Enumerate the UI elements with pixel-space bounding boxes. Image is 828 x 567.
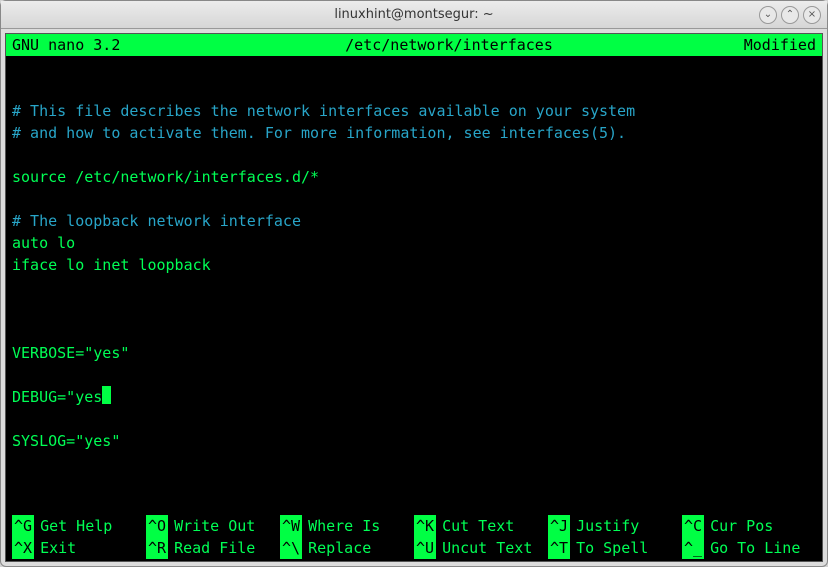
shortcut-get-help[interactable]: ^GGet Help <box>12 515 146 537</box>
nano-filepath: /etc/network/interfaces <box>172 34 726 56</box>
shortcut-cut-text[interactable]: ^KCut Text <box>414 515 548 537</box>
editor-line: # This file describes the network interf… <box>12 102 635 120</box>
terminal[interactable]: GNU nano 3.2 /etc/network/interfaces Mod… <box>5 33 823 562</box>
shortcut-cur-pos[interactable]: ^CCur Pos <box>682 515 816 537</box>
editor-line: source /etc/network/interfaces.d/* <box>12 168 319 186</box>
titlebar[interactable]: linuxhint@montsegur: ~ ⌄ ⌃ × <box>1 1 827 29</box>
close-button[interactable]: × <box>803 6 821 24</box>
nano-header: GNU nano 3.2 /etc/network/interfaces Mod… <box>6 34 822 56</box>
nano-version: GNU nano 3.2 <box>12 34 172 56</box>
terminal-window: linuxhint@montsegur: ~ ⌄ ⌃ × GNU nano 3.… <box>0 0 828 567</box>
shortcut-justify[interactable]: ^JJustify <box>548 515 682 537</box>
maximize-button[interactable]: ⌃ <box>781 6 799 24</box>
editor-line: # and how to activate them. For more inf… <box>12 124 626 142</box>
shortcut-to-spell[interactable]: ^TTo Spell <box>548 537 682 559</box>
shortcut-replace[interactable]: ^\Replace <box>280 537 414 559</box>
shortcut-write-out[interactable]: ^OWrite Out <box>146 515 280 537</box>
cursor <box>102 386 111 404</box>
footer-row-1: ^GGet Help ^OWrite Out ^WWhere Is ^KCut … <box>12 515 816 537</box>
shortcut-read-file[interactable]: ^RRead File <box>146 537 280 559</box>
window-title: linuxhint@montsegur: ~ <box>1 7 827 22</box>
editor-line: DEBUG="yes" <box>12 388 111 406</box>
minimize-button[interactable]: ⌄ <box>759 6 777 24</box>
editor-area[interactable]: # This file describes the network interf… <box>6 56 822 474</box>
nano-status: Modified <box>726 34 816 56</box>
editor-line: # The loopback network interface <box>12 212 301 230</box>
nano-footer: ^GGet Help ^OWrite Out ^WWhere Is ^KCut … <box>12 515 816 559</box>
shortcut-uncut-text[interactable]: ^UUncut Text <box>414 537 548 559</box>
shortcut-where-is[interactable]: ^WWhere Is <box>280 515 414 537</box>
shortcut-exit[interactable]: ^XExit <box>12 537 146 559</box>
editor-line: SYSLOG="yes" <box>12 432 120 450</box>
editor-line: auto lo <box>12 234 75 252</box>
window-controls: ⌄ ⌃ × <box>759 6 821 24</box>
editor-line: iface lo inet loopback <box>12 256 211 274</box>
editor-line: VERBOSE="yes" <box>12 344 129 362</box>
footer-row-2: ^XExit ^RRead File ^\Replace ^UUncut Tex… <box>12 537 816 559</box>
editor-blank <box>12 80 21 98</box>
shortcut-go-to-line[interactable]: ^_Go To Line <box>682 537 816 559</box>
